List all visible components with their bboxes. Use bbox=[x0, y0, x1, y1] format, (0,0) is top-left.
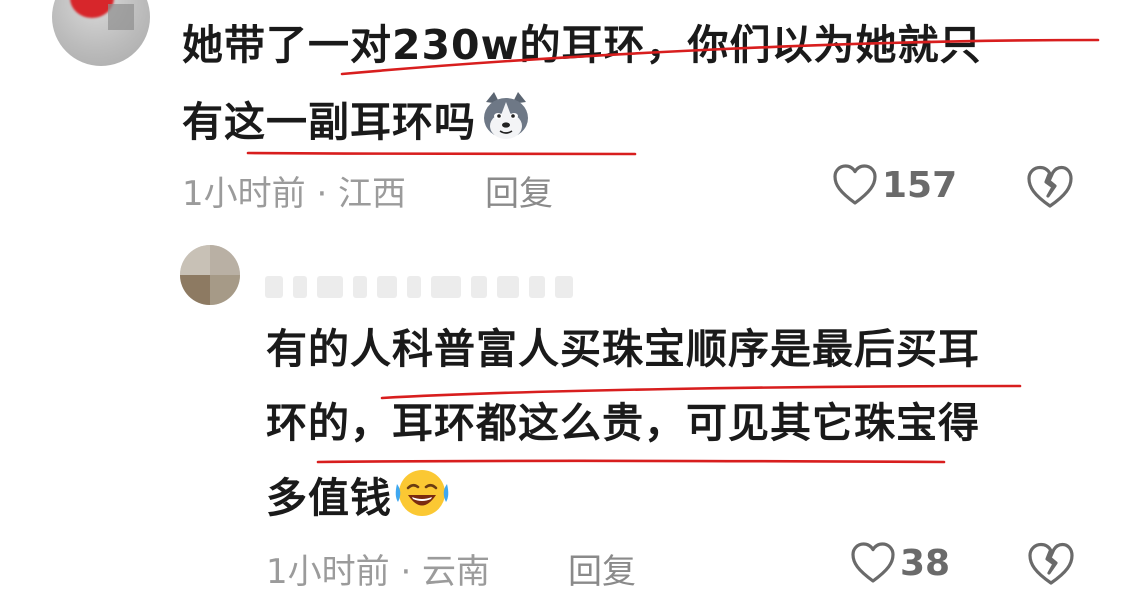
blurred-username bbox=[265, 276, 573, 298]
blur-block bbox=[431, 276, 461, 298]
avatar-mosaic-tile bbox=[210, 245, 240, 275]
reply-text-fragment: 多值钱 bbox=[266, 474, 392, 522]
blur-block bbox=[353, 276, 367, 298]
avatar-mosaic-tile bbox=[180, 275, 210, 305]
dislike-button[interactable] bbox=[1027, 541, 1075, 591]
red-underline-annotations bbox=[246, 38, 1100, 464]
blur-block bbox=[377, 276, 397, 298]
reply-avatar[interactable] bbox=[180, 245, 240, 305]
heart-icon bbox=[833, 164, 877, 205]
husky-emoji-icon bbox=[478, 88, 534, 144]
blur-block bbox=[529, 276, 545, 298]
reply-text-line: 有的人科普富人买珠宝顺序是最后买耳 bbox=[266, 325, 980, 373]
avatar-mosaic-tile bbox=[180, 245, 210, 275]
like-count: 157 bbox=[882, 164, 958, 206]
comment-text-fragment: 有这一副耳环吗 bbox=[182, 98, 476, 146]
blur-block bbox=[293, 276, 307, 298]
avatar-mosaic bbox=[108, 4, 134, 30]
red-underline bbox=[246, 151, 637, 156]
blur-block bbox=[317, 276, 343, 298]
red-underline bbox=[316, 459, 946, 464]
avatar-mosaic-tile bbox=[210, 275, 240, 305]
reply-meta: 1小时前 · 云南 bbox=[266, 552, 491, 592]
reply-text-line: 环的，耳环都这么贵，可见其它珠宝得 bbox=[266, 399, 980, 447]
heart-icon bbox=[851, 542, 895, 583]
comment-text-line: 有这一副耳环吗 bbox=[182, 88, 534, 153]
laughing-crying-emoji-icon bbox=[394, 464, 450, 520]
like-button[interactable]: 38 bbox=[850, 541, 950, 585]
reply-text-line: 多值钱 bbox=[266, 464, 450, 529]
blur-block bbox=[407, 276, 421, 298]
avatar[interactable] bbox=[52, 0, 150, 66]
reply-button[interactable]: 回复 bbox=[485, 166, 553, 215]
comment-text-line: 她带了一对230w的耳环，你们以为她就只 bbox=[182, 21, 982, 69]
like-button[interactable]: 157 bbox=[832, 163, 957, 207]
blur-block bbox=[555, 276, 573, 298]
blur-block bbox=[471, 276, 487, 298]
blur-block bbox=[497, 276, 519, 298]
like-count: 38 bbox=[900, 542, 951, 584]
comment-meta: 1小时前 · 江西 bbox=[182, 174, 407, 214]
reply-button[interactable]: 回复 bbox=[568, 544, 636, 593]
broken-heart-icon bbox=[1027, 165, 1073, 208]
broken-heart-icon bbox=[1028, 542, 1074, 585]
dislike-button[interactable] bbox=[1026, 164, 1074, 214]
blur-block bbox=[265, 276, 283, 298]
